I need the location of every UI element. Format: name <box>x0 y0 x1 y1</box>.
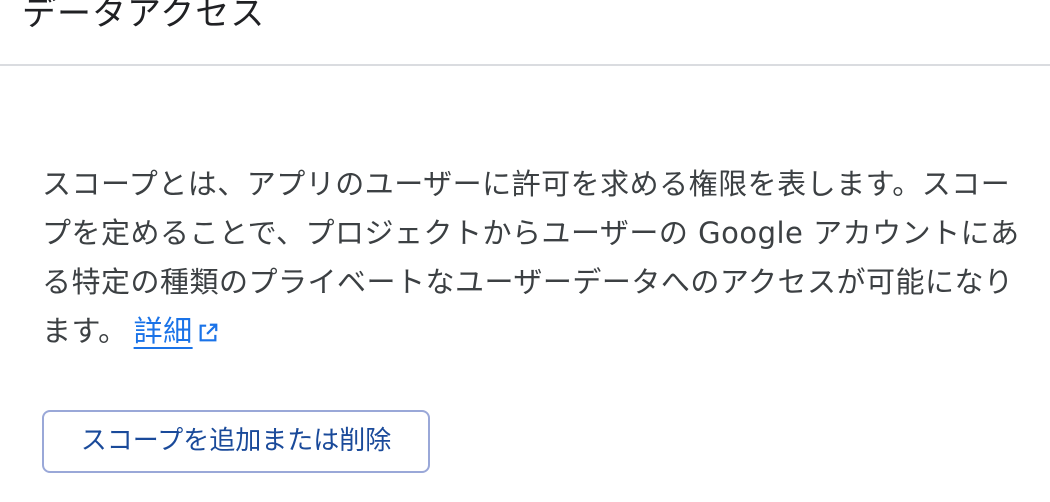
open-in-new-icon <box>199 323 217 342</box>
learn-more-label: 詳細 <box>133 314 193 348</box>
learn-more-link[interactable]: 詳細 <box>134 314 219 348</box>
header-divider <box>0 64 1050 66</box>
add-or-remove-scopes-button[interactable]: スコープを追加または削除 <box>42 410 430 473</box>
data-access-page: データアクセス スコープとは、アプリのユーザーに許可を求める権限を表します。スコ… <box>0 0 1050 502</box>
page-title: データアクセス <box>22 0 266 34</box>
scope-description: スコープとは、アプリのユーザーに許可を求める権限を表します。スコープを定めること… <box>42 160 1027 356</box>
